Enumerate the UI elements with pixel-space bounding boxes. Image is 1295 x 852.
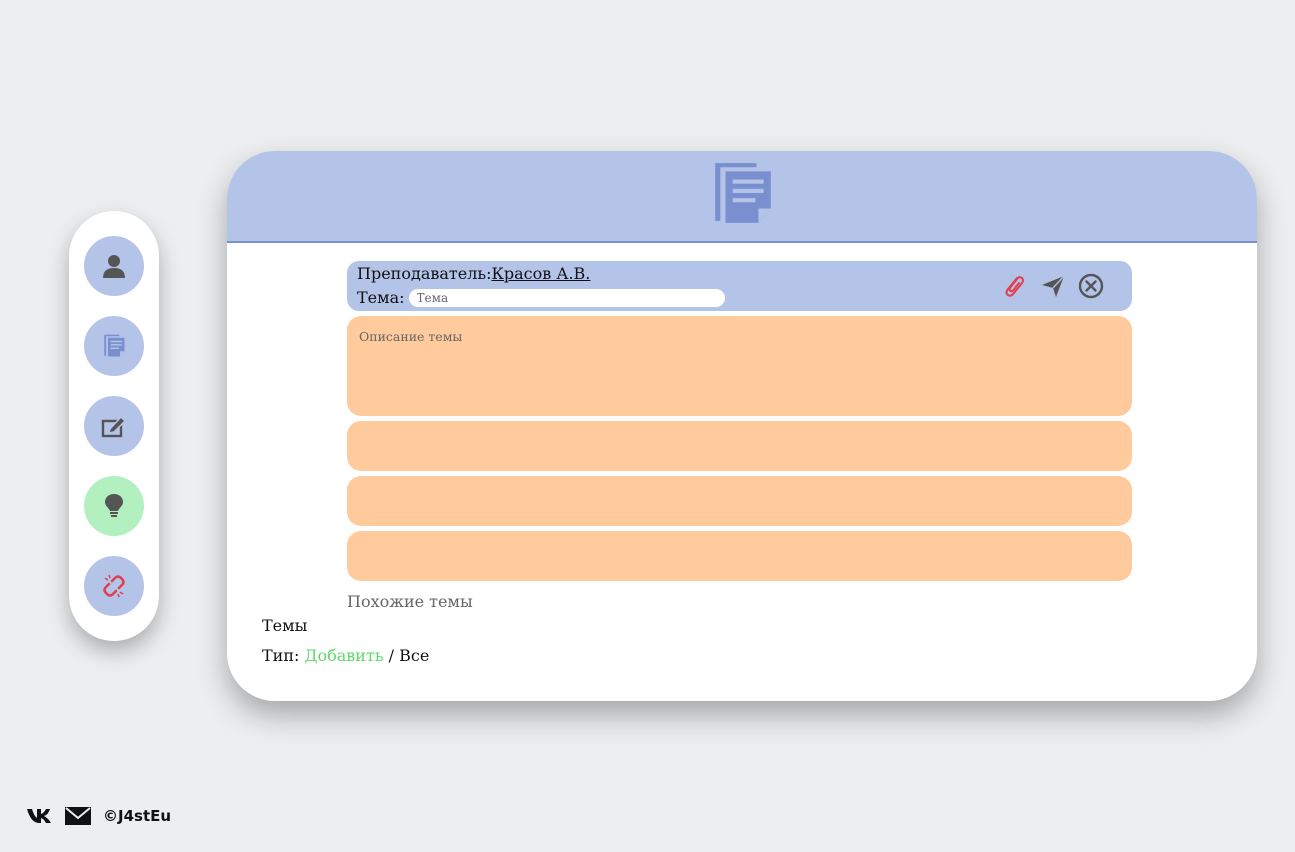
- copyright-text: ©J4stEu: [103, 807, 172, 825]
- topic-label: Тема:: [357, 288, 405, 307]
- sidebar-item-ideas[interactable]: [84, 476, 144, 536]
- lightbulb-icon: [105, 494, 123, 517]
- vk-icon[interactable]: [27, 808, 53, 824]
- edit-icon: [101, 415, 127, 438]
- paperclip-icon[interactable]: [1000, 272, 1028, 300]
- add-type-link[interactable]: Добавить: [304, 646, 383, 665]
- teacher-name-link[interactable]: Красов А.В.: [491, 264, 590, 283]
- card-header: [227, 151, 1257, 243]
- sidebar-item-topics[interactable]: [84, 316, 144, 376]
- extra-field-2[interactable]: [347, 476, 1132, 526]
- footer: ©J4stEu: [27, 807, 171, 825]
- documents-icon: [715, 163, 771, 223]
- documents-icon: [104, 334, 125, 357]
- sidebar: [69, 211, 159, 641]
- type-label: Тип:: [262, 646, 300, 665]
- extra-field-1[interactable]: [347, 421, 1132, 471]
- broken-link-icon: [103, 574, 125, 598]
- sidebar-item-edit[interactable]: [84, 396, 144, 456]
- type-separator: /: [388, 646, 395, 665]
- teacher-label: Преподаватель:: [357, 264, 492, 283]
- mail-icon[interactable]: [65, 807, 91, 825]
- topic-line: Тема:: [357, 288, 725, 307]
- teacher-line: Преподаватель:Красов А.В.: [357, 264, 590, 283]
- sidebar-item-links[interactable]: [84, 556, 144, 616]
- topic-card: Преподаватель:Красов А.В. Тема: Описание…: [227, 151, 1257, 701]
- type-line: Тип: Добавить / Все: [262, 646, 429, 665]
- send-icon[interactable]: [1039, 272, 1067, 300]
- topic-input[interactable]: [408, 288, 725, 307]
- themes-heading: Темы: [262, 616, 308, 635]
- user-icon: [103, 255, 125, 278]
- topic-form-header: Преподаватель:Красов А.В. Тема:: [347, 261, 1132, 311]
- extra-field-3[interactable]: [347, 531, 1132, 581]
- close-circle-icon[interactable]: [1077, 272, 1105, 300]
- description-field[interactable]: Описание темы: [347, 316, 1132, 416]
- sidebar-item-profile[interactable]: [84, 236, 144, 296]
- description-placeholder: Описание темы: [359, 329, 463, 344]
- all-types-link[interactable]: Все: [399, 646, 429, 665]
- similar-topics-label: Похожие темы: [347, 592, 473, 611]
